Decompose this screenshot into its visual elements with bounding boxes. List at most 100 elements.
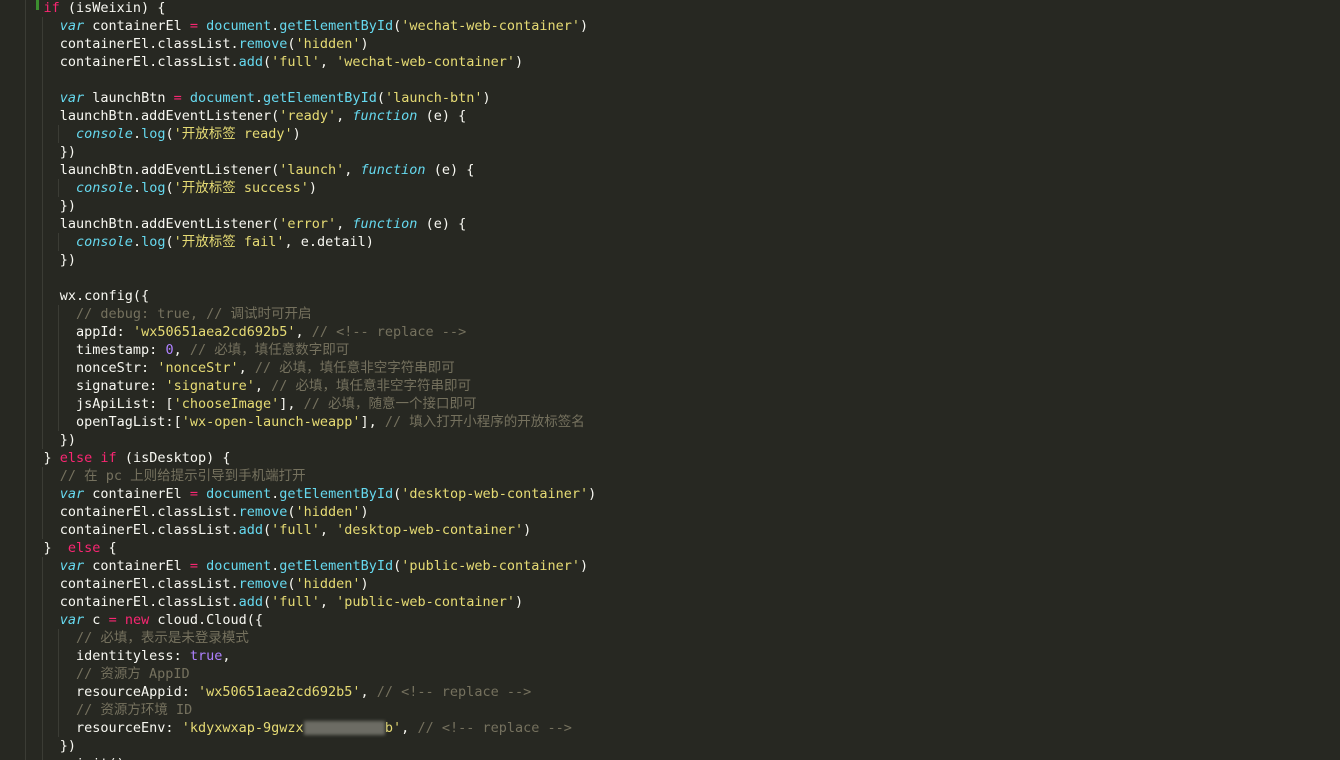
code-line-text: }) <box>11 737 76 755</box>
code-token: launchBtn.addEventListener( <box>59 162 280 178</box>
code-editor[interactable]: if (isWeixin) { var containerEl = docume… <box>0 0 1340 760</box>
code-token: , e.detail) <box>284 234 374 250</box>
code-line[interactable]: console.log('开放标签 success') <box>0 179 1340 197</box>
code-token: add <box>238 54 263 70</box>
code-line[interactable]: containerEl.classList.add('full', 'wecha… <box>0 53 1340 71</box>
code-token: , <box>254 378 272 394</box>
code-line[interactable]: }) <box>0 143 1340 161</box>
code-line[interactable]: }) <box>0 431 1340 449</box>
code-line[interactable]: // 必填，表示是未登录模式 <box>0 629 1340 647</box>
code-line[interactable]: // 资源方环境 ID <box>0 701 1340 719</box>
code-token: = <box>108 612 117 628</box>
code-token: }) <box>59 252 77 268</box>
code-line[interactable]: // debug: true, // 调试时可开启 <box>0 305 1340 323</box>
indent-guide <box>41 71 43 89</box>
code-line[interactable]: var c = new cloud.Cloud({ <box>0 611 1340 629</box>
code-line[interactable]: resourceEnv: 'kdyxwxap-9gwzx b', // <!--… <box>0 719 1340 737</box>
code-line[interactable]: containerEl.classList.add('full', 'deskt… <box>0 521 1340 539</box>
code-line-text: var containerEl = document.getElementByI… <box>11 557 588 575</box>
code-line[interactable]: }) <box>0 251 1340 269</box>
code-line[interactable]: wx.config({ <box>0 287 1340 305</box>
code-line-text: containerEl.classList.add('full', 'wecha… <box>11 53 523 71</box>
code-line[interactable]: } else { <box>0 539 1340 557</box>
code-line[interactable]: timestamp: 0, // 必填，填任意数字即可 <box>0 341 1340 359</box>
code-line-text: identityless: true, <box>11 647 230 665</box>
code-line[interactable]: var launchBtn = document.getElementById(… <box>0 89 1340 107</box>
code-line[interactable] <box>0 71 1340 89</box>
code-line[interactable]: // 在 pc 上则给提示引导到手机端打开 <box>0 467 1340 485</box>
code-line[interactable]: launchBtn.addEventListener('ready', func… <box>0 107 1340 125</box>
code-token: 'chooseImage' <box>173 396 280 412</box>
code-token: resourceEnv: <box>76 720 182 736</box>
code-token: 'wx-open-launch-weapp' <box>181 414 361 430</box>
code-line-text: // debug: true, // 调试时可开启 <box>11 305 311 323</box>
code-token: document <box>206 18 272 34</box>
code-token: 'kdyxwxap-9gwzx <box>181 720 304 736</box>
code-token: appId: <box>76 324 133 340</box>
code-line[interactable]: var containerEl = document.getElementByI… <box>0 17 1340 35</box>
code-token: }) <box>59 144 77 160</box>
code-line[interactable]: nonceStr: 'nonceStr', // 必填，填任意非空字符串即可 <box>0 359 1340 377</box>
code-line[interactable]: identityless: true, <box>0 647 1340 665</box>
code-token: (e) { <box>417 216 467 232</box>
code-token: launchBtn.addEventListener( <box>59 108 280 124</box>
code-token: , <box>319 522 337 538</box>
code-line[interactable]: }) <box>0 737 1340 755</box>
code-token: console <box>76 234 133 250</box>
code-line[interactable]: // 资源方 AppID <box>0 665 1340 683</box>
code-token: , <box>344 162 361 178</box>
code-token: // 在 pc 上则给提示引导到手机端打开 <box>59 468 306 484</box>
code-token: ( <box>393 486 402 502</box>
code-token: 'desktop-web-container' <box>401 486 589 502</box>
code-token: . <box>254 90 264 106</box>
code-line[interactable]: appId: 'wx50651aea2cd692b5', // <!-- rep… <box>0 323 1340 341</box>
code-token: ) <box>514 594 524 610</box>
code-line[interactable] <box>0 269 1340 287</box>
code-token: wx.config({ <box>59 288 150 304</box>
code-line-text: var containerEl = document.getElementByI… <box>11 485 597 503</box>
code-line[interactable]: containerEl.classList.add('full', 'publi… <box>0 593 1340 611</box>
code-line[interactable]: console.log('开放标签 ready') <box>0 125 1340 143</box>
code-line-text: containerEl.classList.remove('hidden') <box>11 503 369 521</box>
code-line[interactable]: } else if (isDesktop) { <box>0 449 1340 467</box>
code-token: . <box>132 180 142 196</box>
code-line[interactable]: var containerEl = document.getElementByI… <box>0 557 1340 575</box>
code-line[interactable]: containerEl.classList.remove('hidden') <box>0 503 1340 521</box>
code-token: else if <box>59 450 117 466</box>
code-line[interactable]: c.init() <box>0 755 1340 760</box>
code-token: // 填入打开小程序的开放标签名 <box>384 414 585 430</box>
code-line[interactable]: containerEl.classList.remove('hidden') <box>0 575 1340 593</box>
code-line[interactable]: var containerEl = document.getElementByI… <box>0 485 1340 503</box>
code-line[interactable]: launchBtn.addEventListener('launch', fun… <box>0 161 1340 179</box>
code-line[interactable]: signature: 'signature', // 必填，填任意非空字符串即可 <box>0 377 1340 395</box>
code-token: if <box>43 0 60 16</box>
code-line[interactable]: resourceAppid: 'wx50651aea2cd692b5', // … <box>0 683 1340 701</box>
code-token: . <box>132 126 142 142</box>
code-token: cloud.Cloud({ <box>149 612 264 628</box>
code-line[interactable]: jsApiList: ['chooseImage'], // 必填，随意一个接口… <box>0 395 1340 413</box>
code-line[interactable]: containerEl.classList.remove('hidden') <box>0 35 1340 53</box>
code-line[interactable]: }) <box>0 197 1340 215</box>
code-line[interactable]: openTagList:['wx-open-launch-weapp'], //… <box>0 413 1340 431</box>
code-token: ( <box>287 576 296 592</box>
code-area[interactable]: if (isWeixin) { var containerEl = docume… <box>0 0 1340 760</box>
code-line[interactable]: launchBtn.addEventListener('error', func… <box>0 215 1340 233</box>
code-token: , <box>319 594 337 610</box>
code-line[interactable]: if (isWeixin) { <box>0 0 1340 17</box>
code-line[interactable]: console.log('开放标签 fail', e.detail) <box>0 233 1340 251</box>
code-token: c <box>84 612 109 628</box>
code-token: ) <box>360 576 369 592</box>
